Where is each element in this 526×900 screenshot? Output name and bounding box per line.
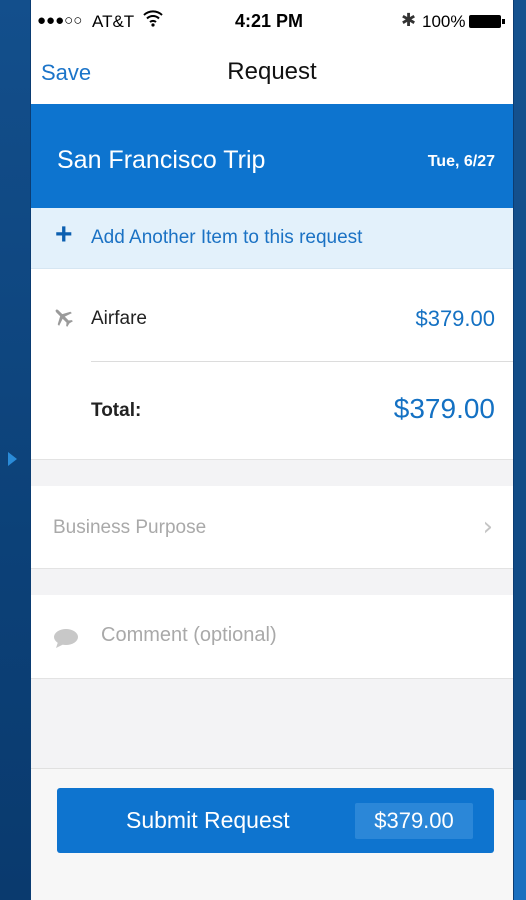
comment-bubble-icon bbox=[53, 628, 79, 655]
total-label: Total: bbox=[91, 400, 142, 421]
carrier-name: AT&T bbox=[92, 12, 135, 31]
plus-icon: + bbox=[55, 218, 73, 251]
section-gap bbox=[31, 568, 513, 596]
trip-date: Tue, 6/27 bbox=[427, 153, 495, 170]
expense-item-airfare[interactable]: Airfare $379.00 bbox=[31, 269, 513, 361]
business-purpose-label: Business Purpose bbox=[53, 517, 207, 538]
add-item-label: Add Another Item to this request bbox=[91, 227, 363, 248]
submit-request-button[interactable]: Submit Request $379.00 bbox=[57, 788, 494, 853]
save-button[interactable]: Save bbox=[41, 60, 91, 86]
wifi-icon bbox=[143, 9, 163, 32]
background-strip bbox=[512, 800, 526, 900]
item-amount: $379.00 bbox=[415, 306, 495, 331]
signal-strength: ●●●○○ bbox=[37, 12, 83, 29]
comment-field[interactable]: Comment (optional) bbox=[31, 595, 513, 677]
trip-header: San Francisco Trip Tue, 6/27 bbox=[31, 104, 513, 208]
status-time: 4:21 PM bbox=[235, 11, 304, 31]
airplane-icon bbox=[51, 305, 75, 334]
bluetooth-icon: ✱ bbox=[401, 10, 417, 30]
navigation-bar: Request Save bbox=[31, 44, 513, 104]
empty-area bbox=[31, 678, 513, 769]
battery-percent: 100% bbox=[422, 12, 466, 31]
background-left bbox=[0, 0, 30, 900]
page-title: Request bbox=[227, 58, 317, 85]
background-right bbox=[512, 0, 526, 900]
section-gap bbox=[31, 459, 513, 487]
footer: Submit Request $379.00 bbox=[31, 768, 513, 900]
comment-placeholder: Comment (optional) bbox=[101, 624, 277, 646]
total-amount: $379.00 bbox=[393, 393, 495, 424]
submit-amount-badge: $379.00 bbox=[355, 803, 473, 839]
background-arrow-decoration bbox=[8, 452, 17, 466]
status-bar: ●●●○○ AT&T 4:21 PM ✱ 100% bbox=[31, 0, 513, 44]
chevron-right-icon: › bbox=[482, 512, 493, 542]
add-item-button[interactable]: + Add Another Item to this request bbox=[31, 208, 513, 269]
battery-icon bbox=[469, 15, 505, 28]
phone-screen: ●●●○○ AT&T 4:21 PM ✱ 100% Request Save S… bbox=[30, 0, 514, 900]
submit-label: Submit Request bbox=[126, 807, 290, 833]
business-purpose-field[interactable]: Business Purpose › bbox=[31, 486, 513, 568]
total-row: Total: $379.00 bbox=[31, 362, 513, 458]
item-label: Airfare bbox=[91, 308, 147, 329]
trip-name: San Francisco Trip bbox=[57, 146, 266, 174]
